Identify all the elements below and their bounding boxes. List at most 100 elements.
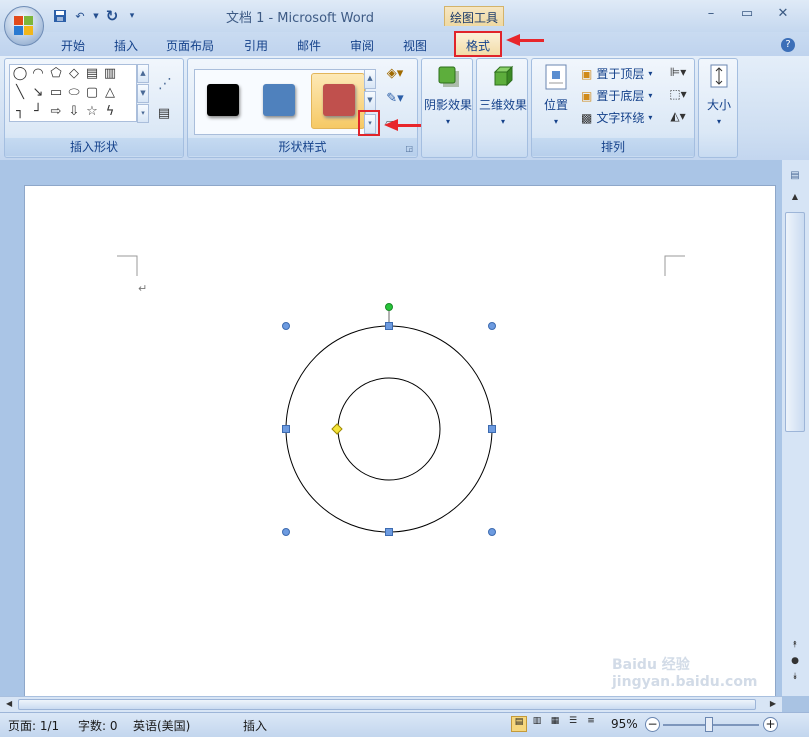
tab-insert[interactable]: 插入 [114, 37, 138, 54]
send-back-button[interactable]: ▣ 置于底层 ▾ [581, 87, 652, 104]
rotation-handle[interactable] [385, 303, 393, 311]
bring-front-button[interactable]: ▣ 置于顶层 ▾ [581, 65, 652, 82]
shape-fill-icon[interactable]: ◈▾ [382, 67, 408, 81]
freeform-shape-icon[interactable]: ϟ [102, 105, 118, 119]
arc-shape-icon[interactable]: ◠ [30, 67, 46, 81]
scroll-thumb[interactable] [785, 212, 805, 432]
resize-handle-sw[interactable] [282, 528, 290, 536]
ellipse-shape-icon[interactable]: ⬭ [66, 86, 82, 100]
position-label: 位置 [543, 98, 568, 112]
align-icon[interactable]: ⊫▾ [666, 65, 690, 79]
zoom-in-icon[interactable]: + [763, 717, 778, 732]
shapes-more-button[interactable]: ▾ [137, 104, 149, 123]
document-page[interactable]: ↵ [24, 185, 776, 697]
minimize-button[interactable]: – [693, 6, 729, 21]
view-buttons: ▤ ▥ ▦ ☰ ≡ [511, 716, 599, 732]
shadow-effects-button[interactable]: 阴影效果 ▾ [422, 63, 474, 126]
insert-mode[interactable]: 插入 [243, 717, 267, 734]
zoom-out-icon[interactable]: − [645, 717, 660, 732]
draft-icon[interactable]: ≡ [583, 716, 599, 732]
zoom-level[interactable]: 95% [611, 717, 638, 731]
help-icon[interactable]: ? [781, 38, 795, 52]
textbox-shape-icon[interactable]: ▤ [84, 67, 100, 81]
arrow-shape-icon[interactable]: ↘ [30, 86, 46, 100]
edit-points-icon[interactable]: ⋰ [155, 77, 175, 91]
vertical-scrollbar[interactable]: ▤ ▲ ⯭ ● ⯯ [782, 160, 809, 696]
resize-handle-se[interactable] [488, 528, 496, 536]
language-status[interactable]: 英语(美国) [133, 717, 190, 734]
maximize-button[interactable]: ▭ [729, 6, 765, 21]
office-button[interactable] [4, 6, 44, 46]
resize-handle-nw[interactable] [282, 322, 290, 330]
rounded-rect-icon[interactable]: ▢ [84, 86, 100, 100]
tab-references[interactable]: 引用 [244, 37, 268, 54]
styles-scroll-up[interactable]: ▲ [364, 69, 376, 89]
star-shape-icon[interactable]: ☆ [84, 105, 100, 119]
arrow-head-icon [384, 119, 398, 131]
text-wrap-label: 文字环绕 [596, 111, 645, 125]
position-button[interactable]: 位置 ▾ [536, 63, 576, 126]
tab-mailings[interactable]: 邮件 [297, 37, 321, 54]
size-icon [710, 64, 728, 88]
print-layout-icon[interactable]: ▤ [511, 716, 527, 732]
reading-layout-icon[interactable]: ▥ [529, 716, 545, 732]
style-swatch-black[interactable] [199, 76, 245, 124]
group-objects-icon[interactable]: ⬚▾ [666, 87, 690, 101]
oval-shape-icon[interactable]: ◯ [12, 67, 28, 81]
swatch-fill [263, 84, 295, 116]
line-shape-icon[interactable]: ╲ [12, 86, 28, 100]
resize-handle-s[interactable] [385, 528, 393, 536]
styles-scroll-down[interactable]: ▼ [364, 91, 376, 111]
right-arrow-shape-icon[interactable]: ⇨ [48, 105, 64, 119]
vertical-textbox-icon[interactable]: ▥ [102, 67, 118, 81]
rectangle-shape-icon[interactable]: ▭ [48, 86, 64, 100]
shape-outline-icon[interactable]: ✎▾ [382, 92, 408, 106]
tab-format[interactable]: 格式 [454, 31, 502, 57]
triangle-shape-icon[interactable]: △ [102, 86, 118, 100]
shadow-effects-group: 阴影效果 ▾ [421, 58, 473, 158]
horizontal-scrollbar[interactable]: ◀ ▶ [0, 696, 782, 712]
donut-shape[interactable] [285, 325, 493, 533]
3d-effects-button[interactable]: 三维效果 ▾ [477, 63, 529, 126]
draw-textbox-icon[interactable]: ▤ [155, 107, 173, 121]
resize-handle-ne[interactable] [488, 322, 496, 330]
scroll-left-icon[interactable]: ◀ [6, 699, 12, 708]
pentagon-shape-icon[interactable]: ⬠ [48, 67, 64, 81]
diamond-shape-icon[interactable]: ◇ [66, 67, 82, 81]
dialog-launcher-icon[interactable]: ◲ [405, 144, 413, 153]
down-arrow-shape-icon[interactable]: ⇩ [66, 105, 82, 119]
text-wrap-button[interactable]: ▩ 文字环绕 ▾ [581, 109, 652, 126]
size-button[interactable]: 大小 ▾ [699, 63, 739, 126]
zoom-slider-thumb[interactable] [705, 717, 713, 732]
tab-page-layout[interactable]: 页面布局 [166, 37, 214, 54]
tab-review[interactable]: 审阅 [350, 37, 374, 54]
web-layout-icon[interactable]: ▦ [547, 716, 563, 732]
word-count[interactable]: 字数: 0 [78, 717, 118, 734]
tab-home[interactable]: 开始 [61, 37, 85, 54]
scroll-right-icon[interactable]: ▶ [770, 699, 776, 708]
scroll-up-icon[interactable]: ▲ [785, 192, 805, 206]
page-count[interactable]: 页面: 1/1 [8, 717, 59, 734]
adjustment-handle[interactable] [331, 423, 343, 435]
elbow-arrow-icon[interactable]: ┘ [30, 105, 46, 119]
h-scroll-thumb[interactable] [18, 699, 756, 710]
resize-handle-n[interactable] [385, 322, 393, 330]
ruler-toggle-icon[interactable]: ▤ [787, 170, 803, 184]
elbow-connector-icon[interactable]: ┐ [12, 105, 28, 119]
shapes-scroll-up[interactable]: ▲ [137, 64, 149, 83]
shapes-scroll-down[interactable]: ▼ [137, 84, 149, 103]
resize-handle-w[interactable] [282, 425, 290, 433]
resize-handle-e[interactable] [488, 425, 496, 433]
donut-outer-ring [285, 325, 493, 533]
3d-cube-icon [493, 65, 514, 87]
position-icon [545, 64, 567, 90]
prev-page-icon[interactable]: ⯭ [785, 640, 805, 650]
outline-icon[interactable]: ☰ [565, 716, 581, 732]
size-label: 大小 [706, 98, 731, 112]
close-button[interactable]: ✕ [765, 6, 801, 21]
style-swatch-blue[interactable] [255, 76, 301, 124]
style-swatch-red[interactable] [311, 73, 365, 129]
dropdown-arrow-icon: ▾ [500, 117, 505, 126]
rotate-icon[interactable]: ◭▾ [666, 109, 690, 123]
tab-view[interactable]: 视图 [403, 37, 427, 54]
